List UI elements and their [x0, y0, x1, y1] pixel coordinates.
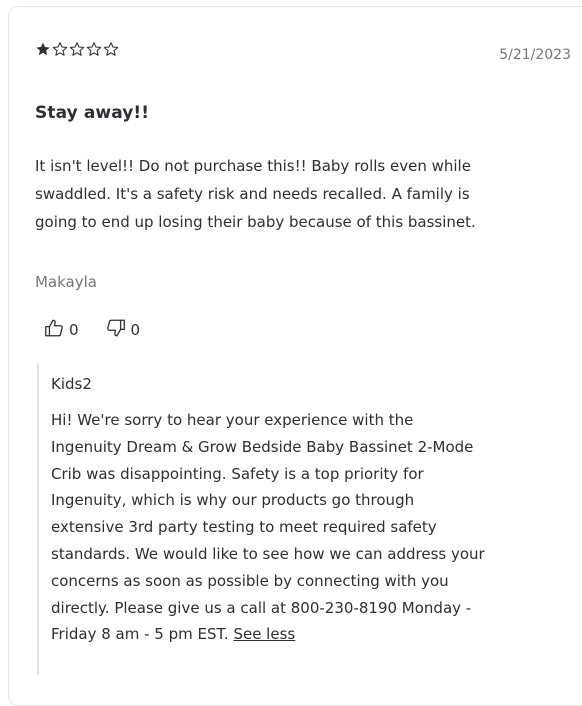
- review-author: Makayla: [35, 273, 97, 291]
- vote-buttons: 0 0: [43, 317, 140, 343]
- response-text-line: directly. Please give us a call at 800-2…: [51, 598, 472, 617]
- response-text-line: Ingenuity Dream & Grow Bedside Baby Bass…: [51, 437, 474, 456]
- helpful-count: 0: [69, 321, 79, 339]
- see-less-link[interactable]: See less: [233, 625, 295, 643]
- response-text-end: Friday 8 am - 5 pm EST.: [51, 625, 229, 644]
- unhelpful-count: 0: [130, 321, 141, 339]
- response-text-line: extensive 3rd party testing to meet requ…: [51, 518, 437, 537]
- star-filled-icon: [35, 41, 51, 57]
- review-text-line: swaddled. It's a safety risk and needs r…: [35, 185, 470, 203]
- star-outline-icon: [86, 41, 102, 57]
- response-author: Kids2: [51, 375, 92, 393]
- star-outline-icon: [52, 41, 68, 57]
- response-text: Hi! We're sorry to hear your experience …: [51, 407, 571, 648]
- seller-response: Kids2 Hi! We're sorry to hear your exper…: [37, 363, 569, 675]
- helpful-button[interactable]: 0: [43, 317, 79, 343]
- review-text: It isn't level!! Do not purchase this!! …: [35, 152, 575, 236]
- response-text-line: standards. We would like to see how we c…: [51, 544, 485, 563]
- response-text-line: concerns as soon as possible by connecti…: [51, 571, 449, 590]
- response-text-line: Ingenuity, which is why our products go …: [51, 491, 415, 510]
- review-date: 5/21/2023: [499, 47, 571, 63]
- review-title: Stay away!!: [35, 103, 150, 123]
- review-text-line: It isn't level!! Do not purchase this!! …: [35, 157, 471, 175]
- response-text-line: Hi! We're sorry to hear your experience …: [51, 411, 414, 429]
- review-card: 5/21/2023 Stay away!! It isn't level!! D…: [8, 6, 582, 706]
- star-rating: [35, 41, 119, 57]
- thumbs-up-icon: [43, 317, 65, 343]
- thumbs-down-icon: [105, 317, 127, 343]
- star-outline-icon: [103, 41, 119, 57]
- response-text-line-last: Friday 8 am - 5 pm EST. See less: [51, 621, 571, 648]
- unhelpful-button[interactable]: 0: [105, 317, 141, 343]
- star-outline-icon: [69, 41, 85, 57]
- review-text-line: going to end up losing their baby becaus…: [35, 213, 476, 231]
- response-text-line: Crib was disappointing. Safety is a top …: [51, 464, 424, 483]
